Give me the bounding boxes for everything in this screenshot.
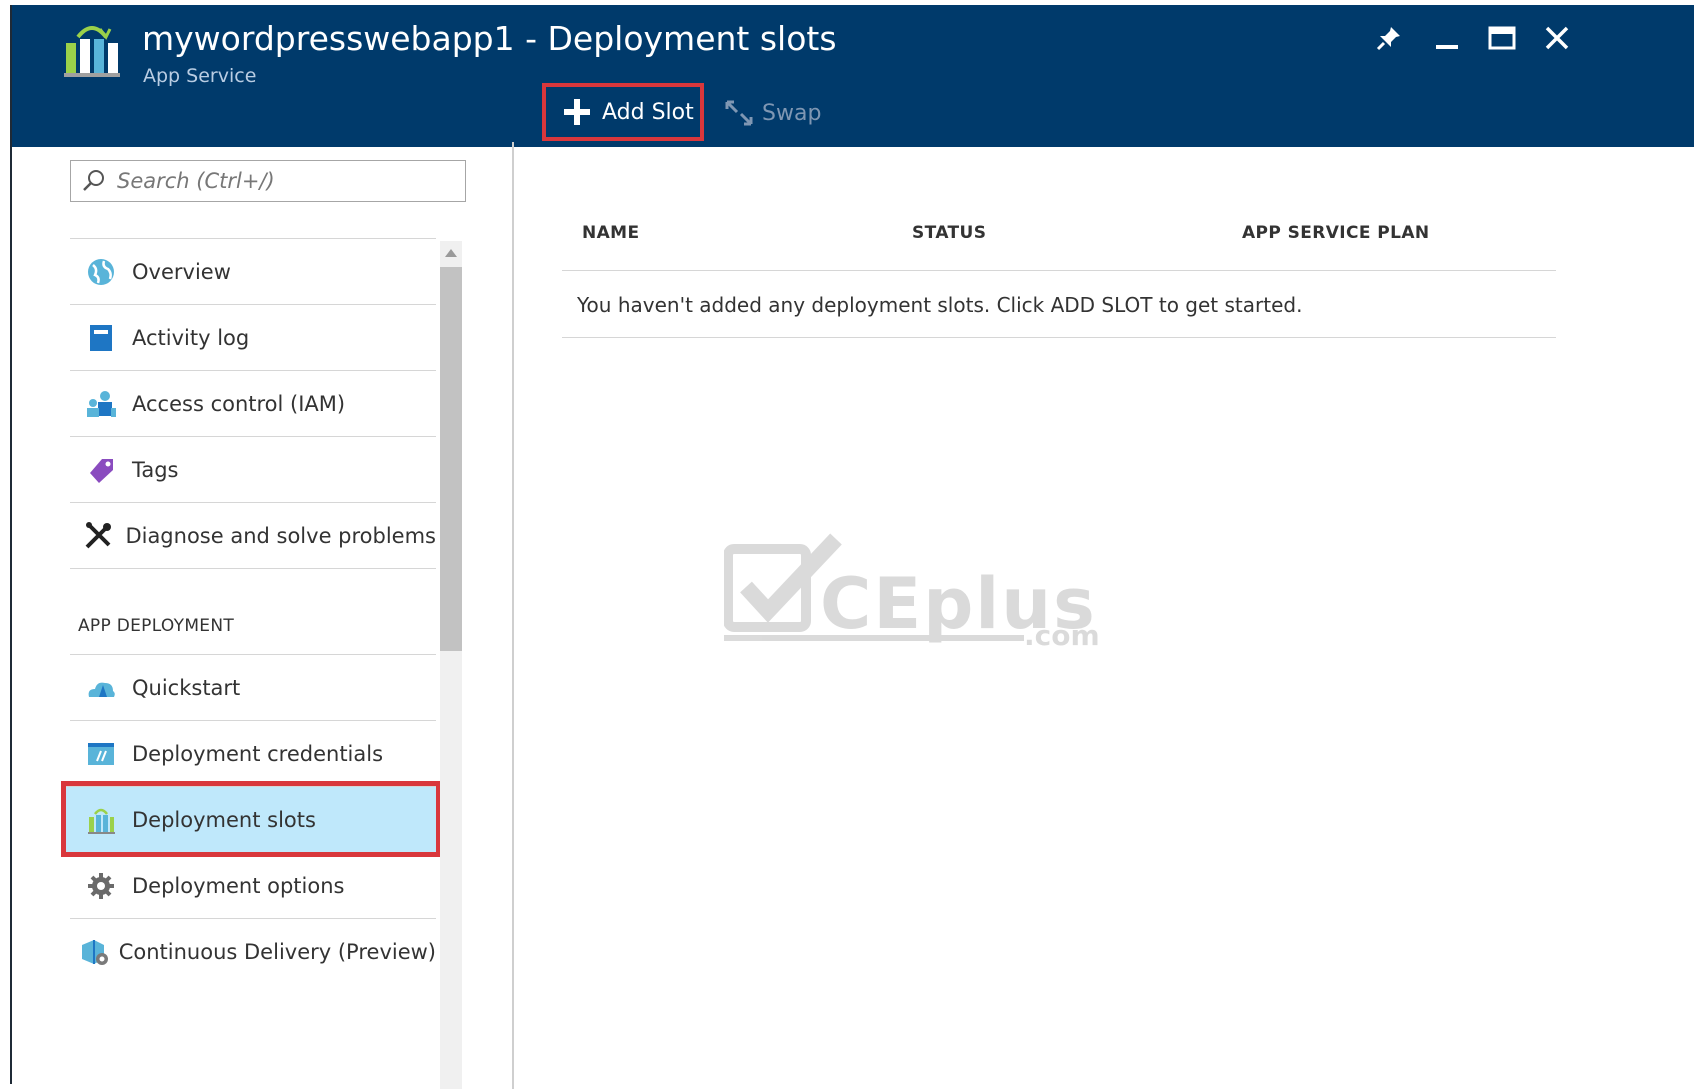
swap-button[interactable]: Swap [724,91,821,135]
menu-item-label: Deployment credentials [132,741,384,766]
search-placeholder: Search (Ctrl+/) [117,169,275,193]
blade-title: mywordpresswebapp1 - Deployment slots [142,19,837,58]
add-slot-label: Add Slot [602,99,694,125]
menu-item-label: Deployment slots [132,807,316,832]
menu-item-overview[interactable]: Overview [70,238,436,304]
plus-icon [564,99,590,125]
menu-item-label: Activity log [132,325,250,350]
add-slot-button[interactable]: Add Slot [542,83,704,141]
menu-item-continuous-delivery[interactable]: Continuous Delivery (Preview) [70,918,436,984]
scroll-up-arrow-icon[interactable] [445,249,457,257]
menu-item-tags[interactable]: Tags [70,436,436,502]
tools-icon [70,521,125,551]
blade-subtitle: App Service [143,65,257,87]
tag-icon [70,455,132,485]
menu-item-deployment-credentials[interactable]: Deployment credentials [70,720,436,786]
swap-icon [725,100,753,126]
watermark-suffix: .com [1024,619,1100,652]
quickstart-cloud-icon [70,675,132,701]
blade-header: mywordpresswebapp1 - Deployment slots Ap… [12,5,1694,147]
table-row-divider [562,337,1556,338]
menu-item-access-control[interactable]: Access control (IAM) [70,370,436,436]
pin-icon[interactable] [1372,21,1406,55]
blade-divider [512,142,514,1089]
menu-item-deployment-slots[interactable]: Deployment slots [61,781,441,857]
search-input[interactable]: Search (Ctrl+/) [70,160,466,202]
access-control-icon [70,389,132,419]
menu-scrollbar-thumb[interactable] [440,267,462,651]
menu-item-label: Tags [132,457,179,482]
menu-item-label: Access control (IAM) [132,391,346,416]
search-icon [71,168,117,194]
column-header-app-service-plan[interactable]: APP SERVICE PLAN [1242,223,1430,243]
continuous-delivery-icon [70,937,119,967]
watermark-bar [724,635,1024,641]
resource-menu: Overview Activity log Access control (IA… [61,238,441,984]
blade-window: mywordpresswebapp1 - Deployment slots Ap… [10,5,1694,1089]
credentials-icon [70,740,132,768]
menu-item-quickstart[interactable]: Quickstart [70,654,436,720]
menu-item-deployment-options[interactable]: Deployment options [70,852,436,918]
activity-log-icon [70,323,132,353]
empty-state-message: You haven't added any deployment slots. … [577,293,1303,317]
maximize-icon[interactable] [1485,21,1519,55]
watermark: CEplus .com [724,533,1114,652]
minimize-icon[interactable] [1430,21,1464,55]
menu-item-label: Deployment options [132,873,345,898]
close-icon[interactable] [1540,21,1574,55]
app-service-logo-icon [64,26,120,77]
column-header-name[interactable]: NAME [582,223,640,243]
gear-icon [70,871,132,901]
menu-item-activity-log[interactable]: Activity log [70,304,436,370]
menu-item-label: Continuous Delivery (Preview) [118,939,436,964]
menu-item-label: Diagnose and solve problems [125,523,436,548]
menu-item-label: Overview [132,259,231,284]
section-header-app-deployment: APP DEPLOYMENT [70,568,436,654]
swap-label: Swap [762,100,822,126]
deployment-slots-icon [70,805,132,835]
column-header-status[interactable]: STATUS [912,223,986,243]
overview-globe-icon [70,257,132,287]
table-header-divider [562,270,1556,271]
menu-item-label: Quickstart [132,675,241,700]
menu-item-diagnose[interactable]: Diagnose and solve problems [70,502,436,568]
